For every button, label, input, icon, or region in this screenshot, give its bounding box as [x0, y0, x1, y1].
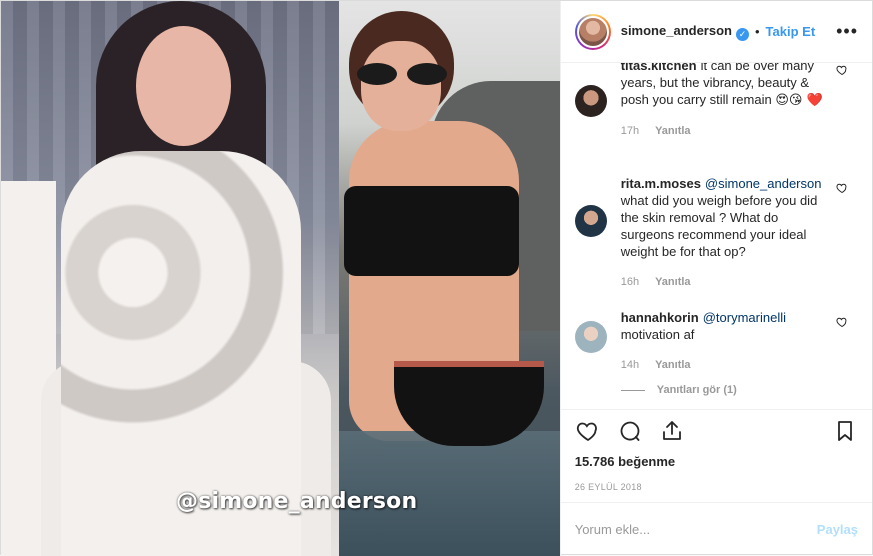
like-comment-heart-icon[interactable] — [836, 181, 848, 194]
divider-line — [620, 389, 645, 391]
like-comment-heart-icon[interactable] — [836, 315, 848, 328]
username-link[interactable]: simone_anderson ✓ — [621, 23, 749, 41]
likes-count[interactable]: 15.786 beğenme — [561, 452, 872, 472]
post-sidebar: simone_anderson ✓ • Takip Et ••• titas.ki… — [559, 1, 872, 556]
follow-button[interactable]: Takip Et — [766, 24, 816, 39]
post-comment-button[interactable]: Paylaş — [817, 522, 858, 537]
face — [136, 26, 231, 146]
comment-time: 16h — [620, 276, 640, 289]
sunglasses — [357, 63, 447, 85]
action-bar — [560, 408, 872, 452]
more-options-icon[interactable]: ••• — [836, 21, 858, 42]
reply-button[interactable]: Yanıtla — [655, 276, 690, 288]
username-text: simone_anderson — [620, 22, 732, 38]
avatar[interactable] — [574, 13, 611, 50]
comment-time: 17h — [620, 125, 640, 138]
watermark-text: @simone_anderson — [176, 489, 418, 514]
after-photo — [339, 1, 560, 556]
comment-text: rita.m.moses @simone_anderson what did yo… — [621, 175, 834, 260]
comment-item: rita.m.moses @simone_anderson what did yo… — [574, 175, 858, 288]
share-upload-icon[interactable] — [659, 418, 685, 444]
reply-button[interactable]: Yanıtla — [655, 125, 690, 137]
like-comment-heart-icon[interactable] — [836, 63, 848, 76]
post-media[interactable]: @simone_anderson — [1, 1, 560, 556]
comment-text: hannahkorin @torymarinelli motivation af — [621, 309, 786, 343]
comment-meta: 17h Yanıtla — [621, 125, 834, 137]
comment-item: titas.kitchen it can be over many years, … — [574, 63, 858, 137]
bookmark-icon[interactable] — [832, 418, 858, 444]
verified-badge-icon: ✓ — [735, 27, 749, 41]
comment-emoji: 😍😘 ❤️ — [775, 93, 823, 109]
commenter-avatar[interactable] — [574, 85, 607, 118]
comment-body: what did you weigh before you did the sk… — [620, 193, 818, 260]
comment-body: motivation af — [620, 327, 695, 343]
view-replies-label: Yanıtları gör (1) — [656, 384, 737, 397]
view-replies-button[interactable]: Yanıtları gör (1) — [620, 384, 737, 397]
comment-input[interactable] — [574, 521, 817, 537]
comment-text: titas.kitchen it can be over many years, … — [621, 63, 834, 109]
comment-mention[interactable]: @simone_anderson — [705, 176, 822, 191]
comment-username[interactable]: rita.m.moses — [621, 176, 701, 191]
comments-list[interactable]: titas.kitchen it can be over many years, … — [561, 63, 872, 409]
like-heart-icon[interactable] — [575, 418, 601, 444]
commenter-avatar[interactable] — [574, 321, 607, 354]
comment-meta: 16h Yanıtla — [621, 276, 834, 288]
comment-meta: 14h Yanıtla — [621, 359, 786, 371]
comment-username[interactable]: titas.kitchen — [621, 63, 697, 73]
comment-mention[interactable]: @torymarinelli — [703, 310, 786, 325]
commenter-avatar[interactable] — [574, 205, 607, 238]
comment-username[interactable]: hannahkorin — [621, 310, 699, 325]
comment-bubble-icon[interactable] — [617, 418, 643, 444]
post-header: simone_anderson ✓ • Takip Et ••• — [560, 1, 872, 64]
reply-button[interactable]: Yanıtla — [655, 359, 690, 371]
comment-item: hannahkorin @torymarinelli motivation af … — [574, 309, 858, 371]
post-date: 26 EYLÜL 2018 — [574, 481, 642, 492]
comment-time: 14h — [620, 359, 640, 372]
before-photo — [1, 1, 339, 556]
face — [361, 41, 441, 131]
instagram-post: @simone_anderson simone_anderson ✓ • Taki… — [0, 0, 873, 556]
bikini-top — [344, 186, 519, 276]
separator-dot: • — [754, 24, 760, 40]
add-comment-bar: Paylaş — [560, 501, 872, 556]
